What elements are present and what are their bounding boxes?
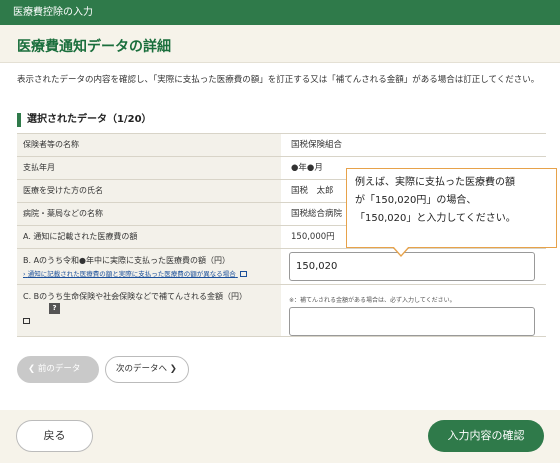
back-button[interactable]: 戻る [16,420,93,452]
chevron-right-icon: › [23,270,26,278]
row-value: 国税保険組合 [291,140,343,150]
chevron-right-icon: ❯ [169,364,177,374]
section-title: 選択されたデータ（1/20） [17,113,152,127]
difference-help-link-text: 通知に記載された医療費の額と実際に支払った医療費の額が異なる場合 [27,270,236,278]
compensation-note: ※：補てんされる金額がある場合は、必ず入力してください。 [289,297,456,304]
row-c-label-cell: C. Bのうち生命保険や社会保険などで補てんされる金額（円） ? [17,285,281,336]
external-link-icon[interactable] [23,318,30,324]
actual-paid-amount-input[interactable]: 150,020 [289,252,535,281]
row-label: 病院・薬局などの名称 [17,203,281,225]
row-b-label-cell: B. Aのうち令和●年中に実際に支払った医療費の額（円） › 通知に記載された医… [17,249,281,284]
callout-pointer [392,246,410,257]
table-row: 保険者等の名称 国税保険組合 [17,134,546,157]
top-bar: 医療費控除の入力 [0,0,560,25]
help-icon[interactable]: ? [49,303,60,314]
row-c-label: C. Bのうち生命保険や社会保険などで補てんされる金額（円） [23,292,247,301]
page-title: 医療費通知データの詳細 [17,39,171,55]
top-bar-title: 医療費控除の入力 [13,7,93,18]
next-data-button[interactable]: 次のデータへ ❯ [105,356,189,383]
callout-line: 例えば、実際に支払った医療費の額 [355,177,515,188]
external-link-icon [239,271,247,277]
callout-line: が「150,020円」の場合、 [355,195,477,206]
prev-data-label: 前のデータへ [28,364,81,399]
row-label: 保険者等の名称 [17,134,281,156]
prev-data-button[interactable]: ❮ 前のデータへ [17,356,99,399]
compensation-amount-input[interactable] [289,307,535,336]
difference-help-link[interactable]: › 通知に記載された医療費の額と実際に支払った医療費の額が異なる場合 [23,269,281,280]
instruction-callout: 例えば、実際に支払った医療費の額 が「150,020円」の場合、 「150,02… [346,168,557,248]
row-label: A. 通知に記載された医療費の額 [17,226,281,248]
row-label: 支払年月 [17,157,281,179]
page-description: 表示されたデータの内容を確認し、「実際に支払った医療費の額」を訂正する又は「補て… [17,75,540,85]
callout-line: 「150,020」と入力してください。 [355,213,516,224]
next-data-label: 次のデータへ [116,364,168,374]
row-b-label: B. Aのうち令和●年中に実際に支払った医療費の額（円） [23,256,231,265]
row-label: 医療を受けた方の氏名 [17,180,281,202]
confirm-button[interactable]: 入力内容の確認 [428,420,544,452]
chevron-left-icon: ❮ [28,364,36,374]
